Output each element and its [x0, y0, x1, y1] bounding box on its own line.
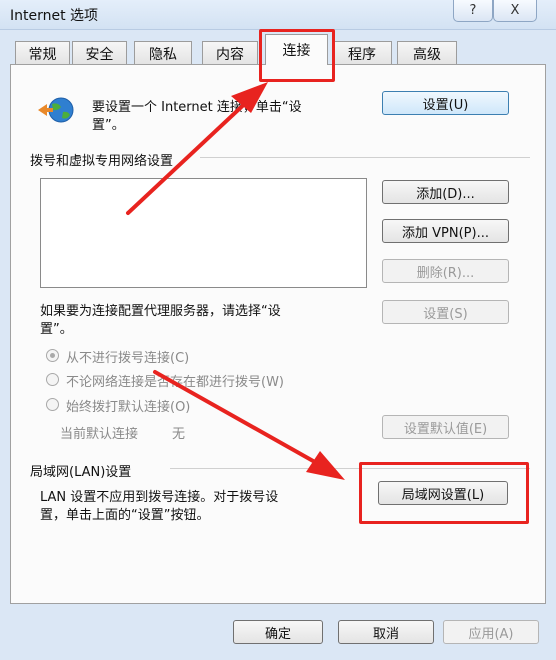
tab-security[interactable]: 安全	[72, 41, 127, 65]
close-icon: X	[510, 3, 520, 18]
radio-never-dial[interactable]	[46, 349, 59, 362]
tab-label: 常规	[28, 46, 57, 63]
set-default-button[interactable]: 设置默认值(E)	[382, 415, 509, 439]
globe-icon	[38, 97, 74, 123]
window-title: Internet 选项	[10, 8, 99, 24]
dialup-group-label: 拨号和虚拟专用网络设置	[30, 154, 174, 169]
add-button[interactable]: 添加(D)...	[382, 180, 509, 204]
radio-label: 从不进行拨号连接(C)	[66, 351, 190, 366]
highlight-box-connections-tab	[259, 29, 335, 82]
tab-general[interactable]: 常规	[15, 41, 70, 65]
radio-always-dial[interactable]	[46, 398, 59, 411]
highlight-box-lan-settings	[359, 462, 529, 524]
connections-list[interactable]	[40, 178, 367, 288]
radio-label: 不论网络连接是否存在都进行拨号(W)	[66, 375, 284, 390]
current-default-label: 当前默认连接	[60, 427, 139, 442]
group-divider	[200, 157, 530, 158]
help-button[interactable]: ?	[453, 0, 493, 22]
tab-advanced[interactable]: 高级	[397, 41, 457, 65]
close-button[interactable]: X	[493, 0, 537, 22]
dialup-settings-button[interactable]: 设置(S)	[382, 300, 509, 324]
tab-label: 隐私	[149, 46, 177, 63]
lan-group-label: 局域网(LAN)设置	[30, 465, 132, 480]
tab-label: 程序	[348, 46, 376, 63]
tab-label: 高级	[413, 46, 441, 63]
current-default-value: 无	[172, 427, 186, 442]
remove-button[interactable]: 删除(R)...	[382, 259, 509, 283]
radio-label: 始终拨打默认连接(O)	[66, 400, 191, 415]
tab-programs[interactable]: 程序	[332, 41, 392, 65]
apply-button[interactable]: 应用(A)	[443, 620, 539, 644]
proxy-text-line2: 置”。	[40, 322, 73, 337]
radio-dial-when-no-network[interactable]	[46, 373, 59, 386]
setup-button[interactable]: 设置(U)	[382, 91, 509, 115]
cancel-button[interactable]: 取消	[338, 620, 434, 644]
help-icon: ?	[469, 3, 477, 18]
tab-label: 内容	[216, 46, 244, 63]
add-vpn-button[interactable]: 添加 VPN(P)...	[382, 219, 509, 243]
lan-text-line1: LAN 设置不应用到拨号连接。对于拨号设	[40, 490, 279, 505]
lan-text-line2: 置，单击上面的“设置”按钮。	[40, 508, 210, 523]
tab-content[interactable]: 内容	[202, 41, 258, 65]
proxy-text-line1: 如果要为连接配置代理服务器，请选择“设	[40, 304, 281, 319]
tab-label: 安全	[85, 46, 114, 63]
ok-button[interactable]: 确定	[233, 620, 323, 644]
tab-privacy[interactable]: 隐私	[134, 41, 192, 65]
setup-text-line2: 置”。	[92, 118, 125, 133]
setup-text-line1: 要设置一个 Internet 连接，单击“设	[92, 100, 302, 115]
